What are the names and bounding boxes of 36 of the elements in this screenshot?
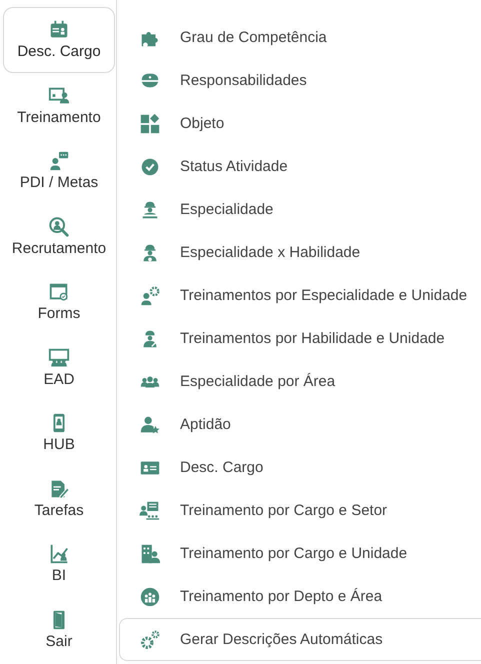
menu-item[interactable]: Treinamento por Cargo e Unidade [119, 532, 481, 575]
sidebar-item[interactable]: Forms [3, 269, 115, 334]
sidebar-item[interactable]: Treinamento [3, 72, 115, 138]
menu-item[interactable]: Treinamentos por Habilidade e Unidade [119, 317, 481, 360]
menu-item[interactable]: Desc. Cargo [119, 446, 481, 489]
sidebar-item[interactable]: EAD [3, 334, 115, 400]
sidebar-item[interactable]: Recrutamento [3, 204, 115, 269]
sidebar-item[interactable]: BI [3, 531, 115, 596]
menu-item[interactable]: Especialidade [119, 188, 481, 231]
person-chat-icon [48, 150, 70, 172]
sidebar-item[interactable]: HUB [3, 400, 115, 466]
sidebar-item[interactable]: Tarefas [3, 466, 115, 531]
person-gear-icon [139, 284, 161, 306]
building-person-icon [139, 542, 161, 564]
menu-item[interactable]: Especialidade x Habilidade [119, 231, 481, 274]
menu-item[interactable]: Treinamentos por Especialidade e Unidade [119, 274, 481, 317]
menu-item[interactable]: Objeto [119, 102, 481, 145]
menu-item[interactable]: Responsabilidades [119, 59, 481, 102]
people-circle-icon [139, 586, 161, 608]
sidebar-item[interactable]: Sair [3, 596, 115, 662]
menu-item[interactable]: Treinamento por Depto e Área [119, 575, 481, 618]
gears-icon [139, 628, 161, 650]
menu-item[interactable]: Grau de Competência [119, 16, 481, 59]
search-person-icon [48, 216, 70, 238]
sidebar-item[interactable]: PDI / Metas [3, 138, 115, 204]
menu-item[interactable]: Especialidade por Área [119, 360, 481, 403]
menu-item[interactable]: Gerar Descrições Automáticas [119, 618, 481, 661]
menu-item[interactable]: Treinamento por Cargo e Setor [119, 489, 481, 532]
menu-item[interactable]: Aptidão [119, 403, 481, 446]
chart-person-icon [48, 543, 70, 566]
tiles-icon [139, 112, 161, 134]
sidebar-item[interactable]: Desc. Cargo [3, 7, 115, 72]
teacher-board-icon [139, 500, 161, 522]
classroom-icon [48, 346, 70, 369]
form-window-icon [48, 281, 70, 304]
menu-item[interactable]: Status Atividade [119, 145, 481, 188]
